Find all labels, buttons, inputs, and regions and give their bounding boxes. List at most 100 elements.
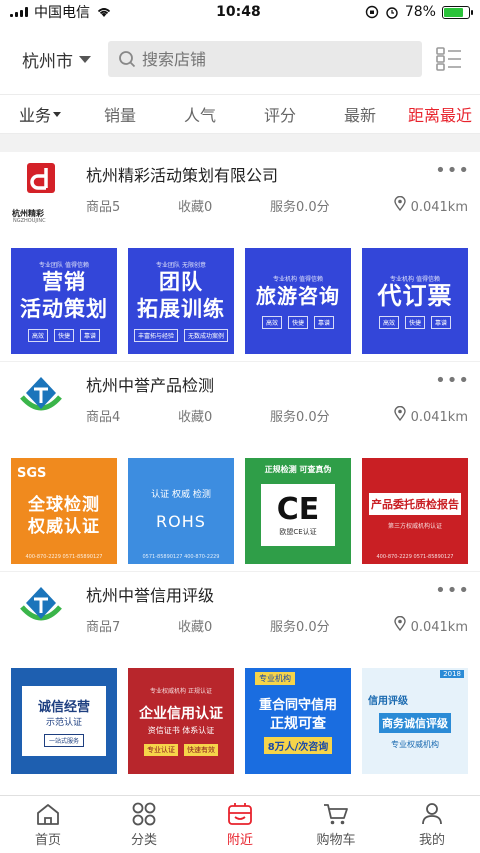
thumb-tag: 高效 bbox=[378, 315, 399, 329]
product-thumbnail[interactable]: SGS 全球检测 权威认证 400-870-2229 0571-85890127 bbox=[11, 458, 117, 564]
service-score: 服务0.0分 bbox=[270, 199, 330, 215]
nav-label: 购物车 bbox=[316, 832, 356, 848]
thumb-caption: 专业机构 值得信赖 bbox=[390, 275, 440, 283]
thumb-footer: 0571-85890127 400-870-2229 bbox=[142, 554, 220, 560]
thumb-caption: 专业团队 值得信赖 bbox=[39, 262, 89, 269]
city-selector[interactable]: 杭州市 bbox=[22, 47, 104, 72]
nearby-icon bbox=[228, 802, 252, 825]
product-thumbnail[interactable]: 专业权威机构 正规认证 企业信用认证 资信证书 体系认证 专业认证 快速有效 bbox=[128, 668, 234, 774]
thumb-tag: 高效 bbox=[261, 315, 282, 329]
nav-label: 首页 bbox=[34, 832, 61, 848]
dropdown-arrow-icon bbox=[53, 111, 61, 117]
thumb-caption: 认证 权威 检测 bbox=[151, 490, 211, 500]
battery-percent: 78% bbox=[404, 4, 436, 20]
distance: 0.041km bbox=[394, 405, 470, 425]
thumb-title: 团队 bbox=[159, 270, 203, 294]
tab-label: 业务 bbox=[18, 106, 51, 125]
shop-name[interactable]: 杭州中誉信用评级 bbox=[86, 584, 470, 608]
nav-home[interactable]: 首页 bbox=[0, 796, 96, 853]
tab-newest[interactable]: 最新 bbox=[320, 102, 400, 126]
location-pin-icon bbox=[394, 195, 407, 211]
tab-popularity[interactable]: 人气 bbox=[160, 102, 240, 126]
product-thumbnail[interactable]: 诚信经营 示范认证 一站式服务 bbox=[11, 668, 117, 774]
more-options-icon[interactable]: ••• bbox=[435, 370, 470, 391]
nav-label: 附近 bbox=[226, 832, 253, 848]
category-icon bbox=[132, 802, 156, 825]
wifi-icon bbox=[97, 8, 111, 17]
product-thumbnail[interactable]: 专业机构 重合同守信用 正规可查 8万人/次咨询 bbox=[245, 668, 351, 774]
city-label: 杭州市 bbox=[22, 51, 73, 72]
sort-tabs: 业务 销量 人气 评分 最新 距离最近 bbox=[0, 94, 480, 134]
thumb-title: ROHS bbox=[156, 512, 206, 531]
shop-logo bbox=[10, 581, 72, 637]
shop-name[interactable]: 杭州精彩活动策划有限公司 bbox=[86, 164, 470, 188]
search-input[interactable] bbox=[142, 49, 382, 69]
thumb-tag: 靠谱 bbox=[314, 315, 335, 329]
more-options-icon[interactable]: ••• bbox=[435, 160, 470, 181]
product-count: 商品7 bbox=[86, 619, 121, 635]
nav-cart[interactable]: 购物车 bbox=[288, 796, 384, 853]
thumb-title: 全球检测 bbox=[28, 495, 100, 515]
thumb-title: 权威认证 bbox=[28, 517, 100, 537]
product-thumbnail[interactable]: 认证 权威 检测 ROHS 0571-85890127 400-870-2229 bbox=[128, 458, 234, 564]
list-view-icon bbox=[436, 47, 461, 71]
thumb-subtitle: 欧盟CE认证 bbox=[279, 528, 317, 536]
rotation-lock-icon bbox=[365, 5, 379, 19]
signal-icon bbox=[10, 7, 28, 17]
location-pin-icon bbox=[394, 405, 407, 421]
product-thumbnail[interactable]: 专业团队 值得信赖 营销 活动策划 高效 快捷 靠谱 bbox=[11, 248, 117, 354]
list-view-button[interactable] bbox=[430, 41, 468, 77]
thumb-subtitle: 8万人/次咨询 bbox=[263, 737, 333, 754]
thumb-title: 拓展训练 bbox=[137, 297, 225, 321]
thumb-title: 代订票 bbox=[377, 281, 453, 310]
favorite-count: 收藏0 bbox=[178, 199, 213, 215]
shop-name[interactable]: 杭州中誉产品检测 bbox=[86, 374, 470, 398]
favorite-count: 收藏0 bbox=[178, 619, 213, 635]
product-count: 商品4 bbox=[86, 409, 121, 425]
thumb-title: 诚信经营 bbox=[37, 699, 90, 715]
thumb-tag: 快捷 bbox=[287, 315, 308, 329]
location-pin-icon bbox=[394, 615, 407, 631]
product-thumbnail[interactable]: 正规检测 可查真伪 CE 欧盟CE认证 bbox=[245, 458, 351, 564]
product-thumbnail[interactable]: 产品委托质检报告 第三方权威机构认证 400-870-2229 0571-858… bbox=[362, 458, 468, 564]
alarm-icon bbox=[386, 7, 398, 19]
thumb-caption: 专业机构 值得信赖 bbox=[273, 275, 323, 283]
thumb-tag: 专业认证 bbox=[144, 744, 178, 756]
search-header: 杭州市 bbox=[0, 24, 480, 94]
tab-sales[interactable]: 销量 bbox=[80, 102, 160, 126]
tab-business[interactable]: 业务 bbox=[0, 102, 80, 126]
nav-nearby[interactable]: 附近 bbox=[192, 796, 288, 853]
shop-card[interactable]: ••• 杭州中誉信用评级 商品7 收藏0 服务0.0分 0.041km 诚信经营… bbox=[0, 572, 480, 782]
thumb-tag: 丰富拓与经验 bbox=[133, 329, 178, 342]
shop-card[interactable]: ••• 杭州精彩活动策划有限公司 商品5 收藏0 服务0.0分 0.041km … bbox=[0, 152, 480, 362]
more-options-icon[interactable]: ••• bbox=[435, 580, 470, 601]
thumb-title: 重合同守信用 bbox=[258, 698, 337, 713]
distance-value: 0.041km bbox=[410, 619, 468, 635]
nav-profile[interactable]: 我的 bbox=[384, 796, 480, 853]
thumb-caption: 专业团队 无限创意 bbox=[156, 262, 206, 269]
product-thumbnail[interactable]: 2018 信用评级 商务诚信评级 专业权威机构 bbox=[362, 668, 468, 774]
product-thumbnail[interactable]: 专业机构 值得信赖 代订票 高效 快捷 靠谱 bbox=[362, 248, 468, 354]
distance-value: 0.041km bbox=[410, 199, 468, 215]
thumb-tag: 靠谱 bbox=[431, 315, 452, 329]
thumb-tag: 靠谱 bbox=[80, 329, 101, 342]
nav-category[interactable]: 分类 bbox=[96, 796, 192, 853]
product-thumbnail[interactable]: 专业团队 无限创意 团队 拓展训练 丰富拓与经验 无数成功案例 bbox=[128, 248, 234, 354]
tab-rating[interactable]: 评分 bbox=[240, 102, 320, 126]
thumb-tag: 快速有效 bbox=[184, 744, 218, 756]
shop-card[interactable]: ••• 杭州中誉产品检测 商品4 收藏0 服务0.0分 0.041km SGS … bbox=[0, 362, 480, 572]
thumb-title: 旅游咨询 bbox=[256, 283, 340, 308]
search-bar[interactable] bbox=[108, 41, 422, 77]
thumb-subtitle: 资信证书 体系认证 bbox=[147, 726, 215, 735]
distance: 0.041km bbox=[394, 195, 470, 215]
bottom-nav: 首页 分类 附近 购物车 我的 bbox=[0, 795, 480, 853]
battery-icon bbox=[441, 5, 473, 19]
product-thumbnail[interactable]: 专业机构 值得信赖 旅游咨询 高效 快捷 靠谱 bbox=[245, 248, 351, 354]
favorite-count: 收藏0 bbox=[178, 409, 213, 425]
distance: 0.041km bbox=[394, 615, 470, 635]
shop-logo bbox=[10, 371, 72, 427]
thumb-badge: 2018 bbox=[440, 670, 464, 678]
tab-nearest[interactable]: 距离最近 bbox=[400, 102, 480, 126]
distance-value: 0.041km bbox=[410, 409, 468, 425]
thumb-caption: 正规检测 可查真伪 bbox=[264, 465, 332, 474]
